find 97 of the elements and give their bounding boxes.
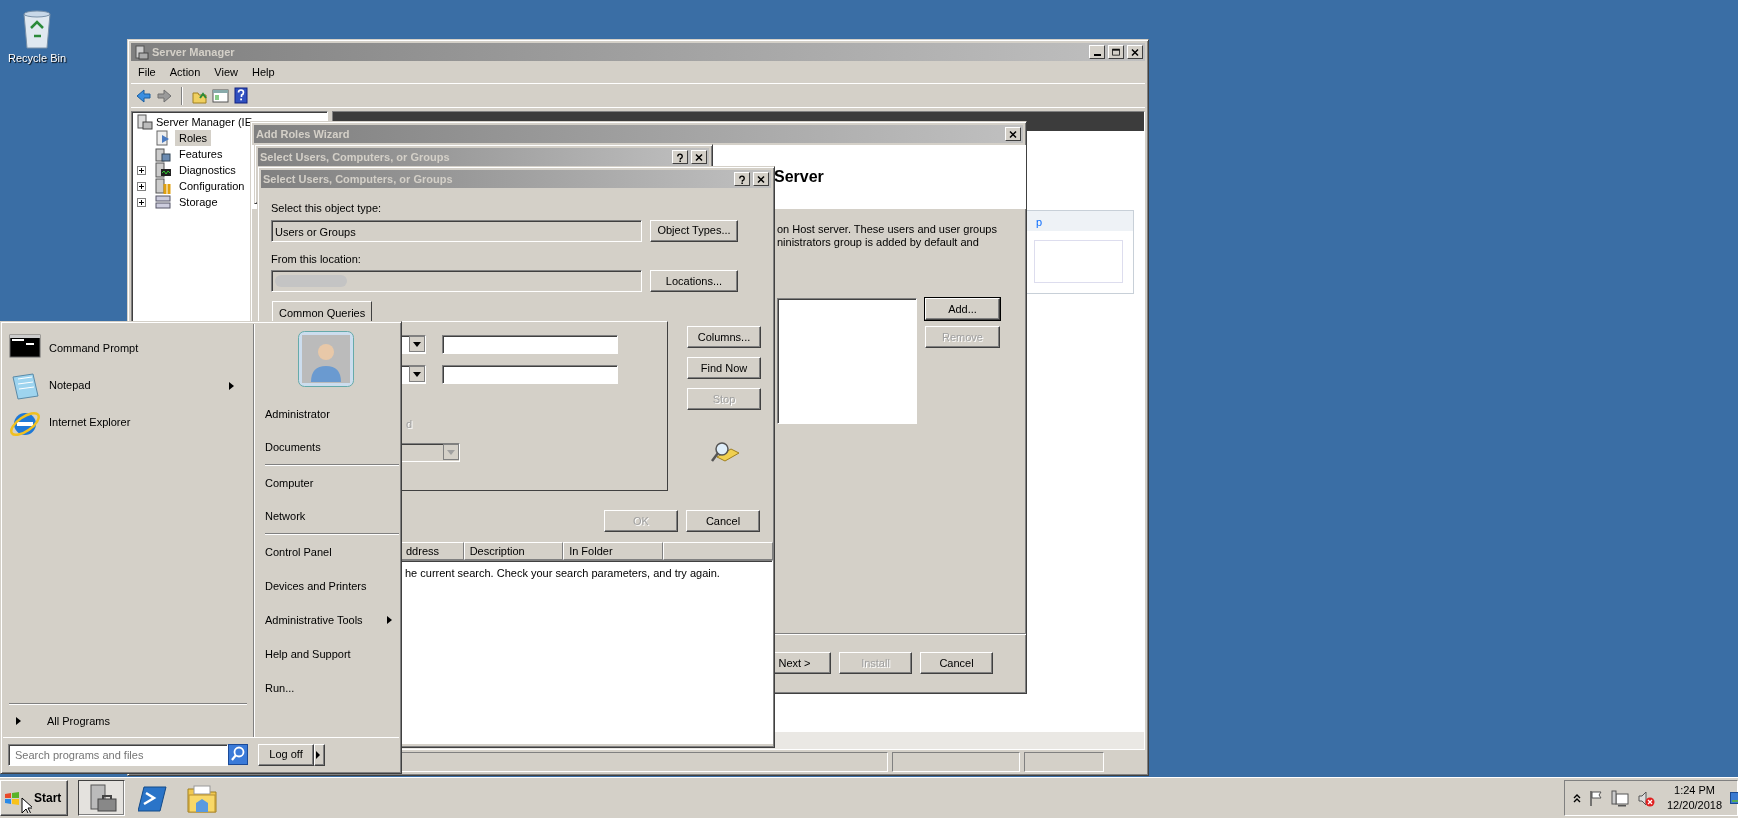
link[interactable]: p [1036, 216, 1043, 228]
window-title: Server Manager [152, 44, 236, 60]
button[interactable]: Find Now [687, 357, 761, 379]
close-button[interactable] [753, 172, 769, 186]
tree-item[interactable]: Configuration [175, 177, 249, 195]
menu-item[interactable]: Command Prompt [9, 330, 247, 367]
menu-item[interactable]: Devices and Printers [265, 569, 399, 603]
close-button[interactable] [1127, 45, 1143, 59]
windows-logo-icon [4, 790, 20, 806]
forward-arrow-icon[interactable] [156, 87, 173, 104]
close-button[interactable] [691, 150, 707, 164]
field-label: Select this object type: [271, 201, 383, 216]
desktop-icon-label[interactable]: Recycle Bin [7, 50, 67, 67]
help-button[interactable] [672, 150, 688, 164]
help-button[interactable] [734, 172, 750, 186]
wizard-heading: Server [774, 167, 825, 187]
close-icon [693, 151, 705, 163]
help-icon [736, 173, 748, 185]
menu-item[interactable]: All Programs [9, 705, 247, 737]
column-header[interactable]: Description [463, 542, 564, 560]
description-text: on Host server. These users and user groups [777, 223, 998, 236]
close-icon [1129, 46, 1141, 58]
program-icon [9, 370, 41, 401]
chevron-up-icon[interactable] [1573, 793, 1581, 803]
menu-item[interactable]: View [207, 61, 245, 83]
expand-icon[interactable] [137, 181, 146, 191]
column-header[interactable] [662, 542, 773, 560]
tree-item[interactable]: Diagnostics [175, 161, 240, 179]
menu-item[interactable]: Documents [265, 431, 399, 465]
window-title: Select Users, Computers, or Groups [263, 171, 454, 187]
search-icon [228, 744, 248, 765]
menu-item[interactable]: Run... [265, 671, 399, 705]
start-button[interactable]: Start [0, 780, 68, 816]
menu-item[interactable]: Computer [265, 466, 399, 500]
input-field[interactable] [442, 335, 618, 354]
button[interactable]: Columns... [687, 326, 761, 348]
back-arrow-icon[interactable] [135, 87, 152, 104]
close-icon [755, 173, 767, 185]
close-button[interactable] [1005, 127, 1021, 141]
tree-node-icon [155, 162, 172, 178]
submenu-arrow-icon [386, 615, 393, 625]
column-header[interactable]: In Folder [563, 542, 663, 560]
tree-item[interactable]: Storage [175, 193, 222, 211]
help-icon [674, 151, 686, 163]
menu-item[interactable]: File [131, 61, 163, 83]
menu-item[interactable]: Network [265, 500, 399, 534]
input-field[interactable]: Users or Groups [271, 219, 642, 242]
powershell-icon[interactable] [138, 783, 168, 813]
help-icon[interactable] [233, 87, 250, 104]
menu-item[interactable]: Action [162, 61, 208, 83]
menu-item[interactable]: Administrative Tools [265, 603, 399, 637]
network-icon[interactable] [1611, 789, 1629, 807]
button[interactable]: Add... [925, 298, 1000, 320]
button[interactable]: Object Types... [650, 219, 738, 242]
description-text: ninistrators group is added by default and [777, 236, 980, 249]
list-box[interactable] [777, 298, 917, 424]
menu-item[interactable]: Administrator [265, 397, 399, 431]
input-field[interactable] [271, 270, 642, 292]
input-field[interactable] [442, 365, 618, 384]
tree-node-icon [155, 194, 172, 210]
log-off-button[interactable]: Log off [258, 743, 314, 766]
button[interactable]: Cancel [920, 652, 993, 674]
tree-node-icon [155, 178, 172, 194]
tab[interactable]: Common Queries [272, 301, 373, 322]
arrow-icon [315, 749, 321, 760]
message-text: he current search. Check your search parameters, and try again. [404, 566, 721, 581]
window-title: Select Users, Computers, or Groups [260, 149, 451, 165]
clock[interactable]: 1:24 PM 12/20/2018 [1667, 783, 1723, 813]
cursor-icon [21, 797, 32, 813]
close-icon [1007, 128, 1019, 140]
search-field[interactable]: Search programs and files [8, 743, 228, 766]
flag-icon[interactable] [1589, 790, 1603, 806]
button[interactable]: Cancel [686, 510, 760, 532]
maximize-button[interactable] [1108, 45, 1124, 59]
submenu-arrow-icon [228, 380, 235, 391]
expand-icon[interactable] [137, 197, 146, 207]
window-title: Add Roles Wizard [256, 126, 351, 142]
minimize-icon [1093, 54, 1101, 56]
field-label: From this location: [271, 251, 362, 267]
menu-item[interactable]: Notepad [9, 367, 247, 404]
folder-icon[interactable] [186, 782, 218, 814]
minimize-button[interactable] [1089, 45, 1105, 59]
menu-item[interactable]: Control Panel [265, 535, 399, 569]
menu-item[interactable]: Internet Explorer [9, 404, 247, 441]
log-off-options-button[interactable] [314, 743, 325, 766]
maximize-icon [1110, 46, 1122, 58]
expand-arrow-icon [15, 716, 22, 726]
tree-node-icon [155, 146, 172, 162]
taskbar-button[interactable] [78, 780, 125, 816]
search-button[interactable] [228, 744, 248, 765]
expand-icon[interactable] [137, 165, 146, 175]
volume-muted-icon[interactable] [1637, 789, 1655, 807]
tree-item[interactable]: Features [175, 145, 227, 163]
tree-item[interactable]: Roles [175, 129, 212, 147]
button[interactable]: Locations... [650, 270, 738, 292]
menu-item[interactable]: Help [244, 61, 282, 83]
menu-item[interactable]: Help and Support [265, 637, 399, 671]
